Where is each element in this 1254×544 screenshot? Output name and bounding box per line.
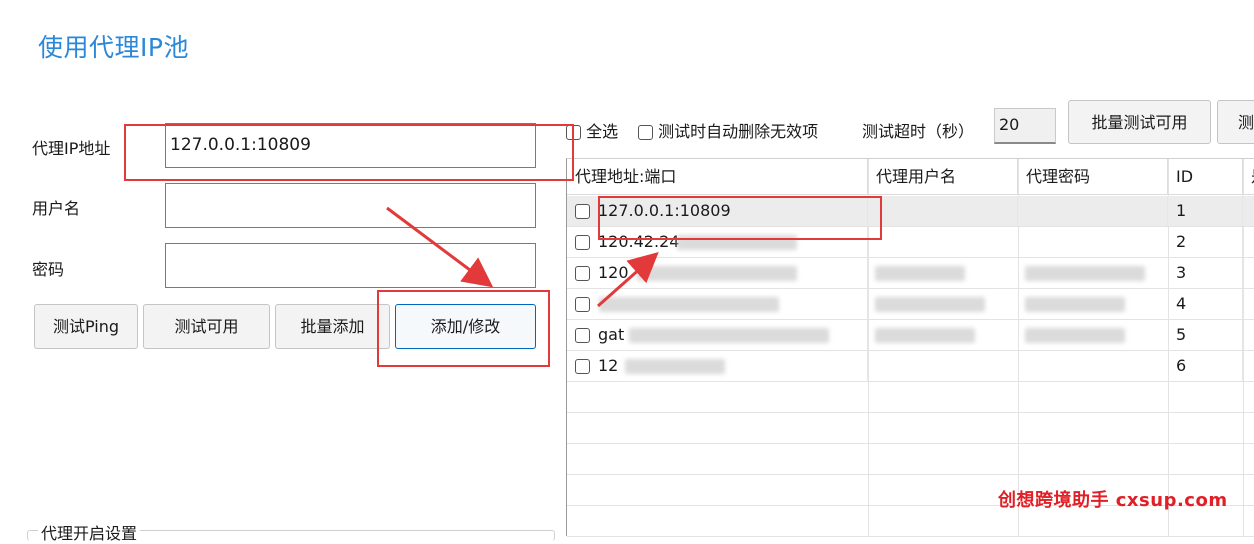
arrow-to-row: [597, 252, 659, 308]
watermark: 创想跨境助手 cxsup.com: [998, 490, 1228, 511]
annotation-arrows: [386, 206, 659, 308]
arrow-to-add-button: [386, 206, 494, 288]
